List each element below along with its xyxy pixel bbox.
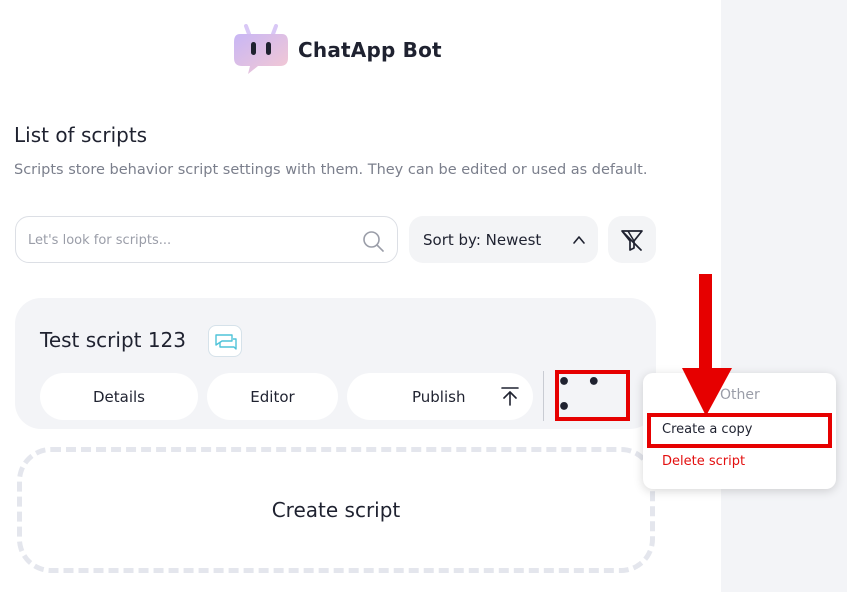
button-divider	[543, 371, 544, 421]
page-description: Scripts store behavior script settings w…	[14, 162, 648, 178]
create-script-label: Create script	[271, 498, 401, 522]
filter-icon	[621, 229, 643, 251]
menu-item-delete-script[interactable]: Delete script	[662, 454, 745, 469]
chevron-up-icon	[573, 236, 585, 244]
create-script-button[interactable]: Create script	[17, 447, 655, 573]
editor-button[interactable]: Editor	[207, 373, 338, 420]
upload-icon	[501, 387, 519, 406]
sort-dropdown[interactable]: Sort by: Newest	[409, 216, 598, 263]
main-panel: ChatApp Bot List of scripts Scripts stor…	[0, 0, 721, 592]
filter-button[interactable]	[608, 216, 656, 263]
search-box[interactable]	[15, 216, 398, 263]
right-side-panel	[721, 0, 847, 592]
details-button[interactable]: Details	[40, 373, 198, 420]
page-title: List of scripts	[14, 123, 148, 147]
create-copy-highlight	[647, 413, 832, 448]
script-name: Test script 123	[40, 328, 187, 352]
search-icon[interactable]	[361, 229, 385, 253]
sort-label: Sort by: Newest	[423, 230, 542, 249]
more-button-highlight	[555, 370, 630, 421]
bot-logo-icon	[234, 24, 288, 74]
publish-label: Publish	[412, 387, 466, 406]
red-arrow-annotation	[682, 274, 732, 416]
brand-logo: ChatApp Bot	[232, 24, 442, 76]
publish-button[interactable]: Publish	[347, 373, 533, 420]
search-input[interactable]	[28, 229, 348, 251]
channel-icon	[208, 325, 242, 357]
brand-name: ChatApp Bot	[298, 38, 442, 62]
